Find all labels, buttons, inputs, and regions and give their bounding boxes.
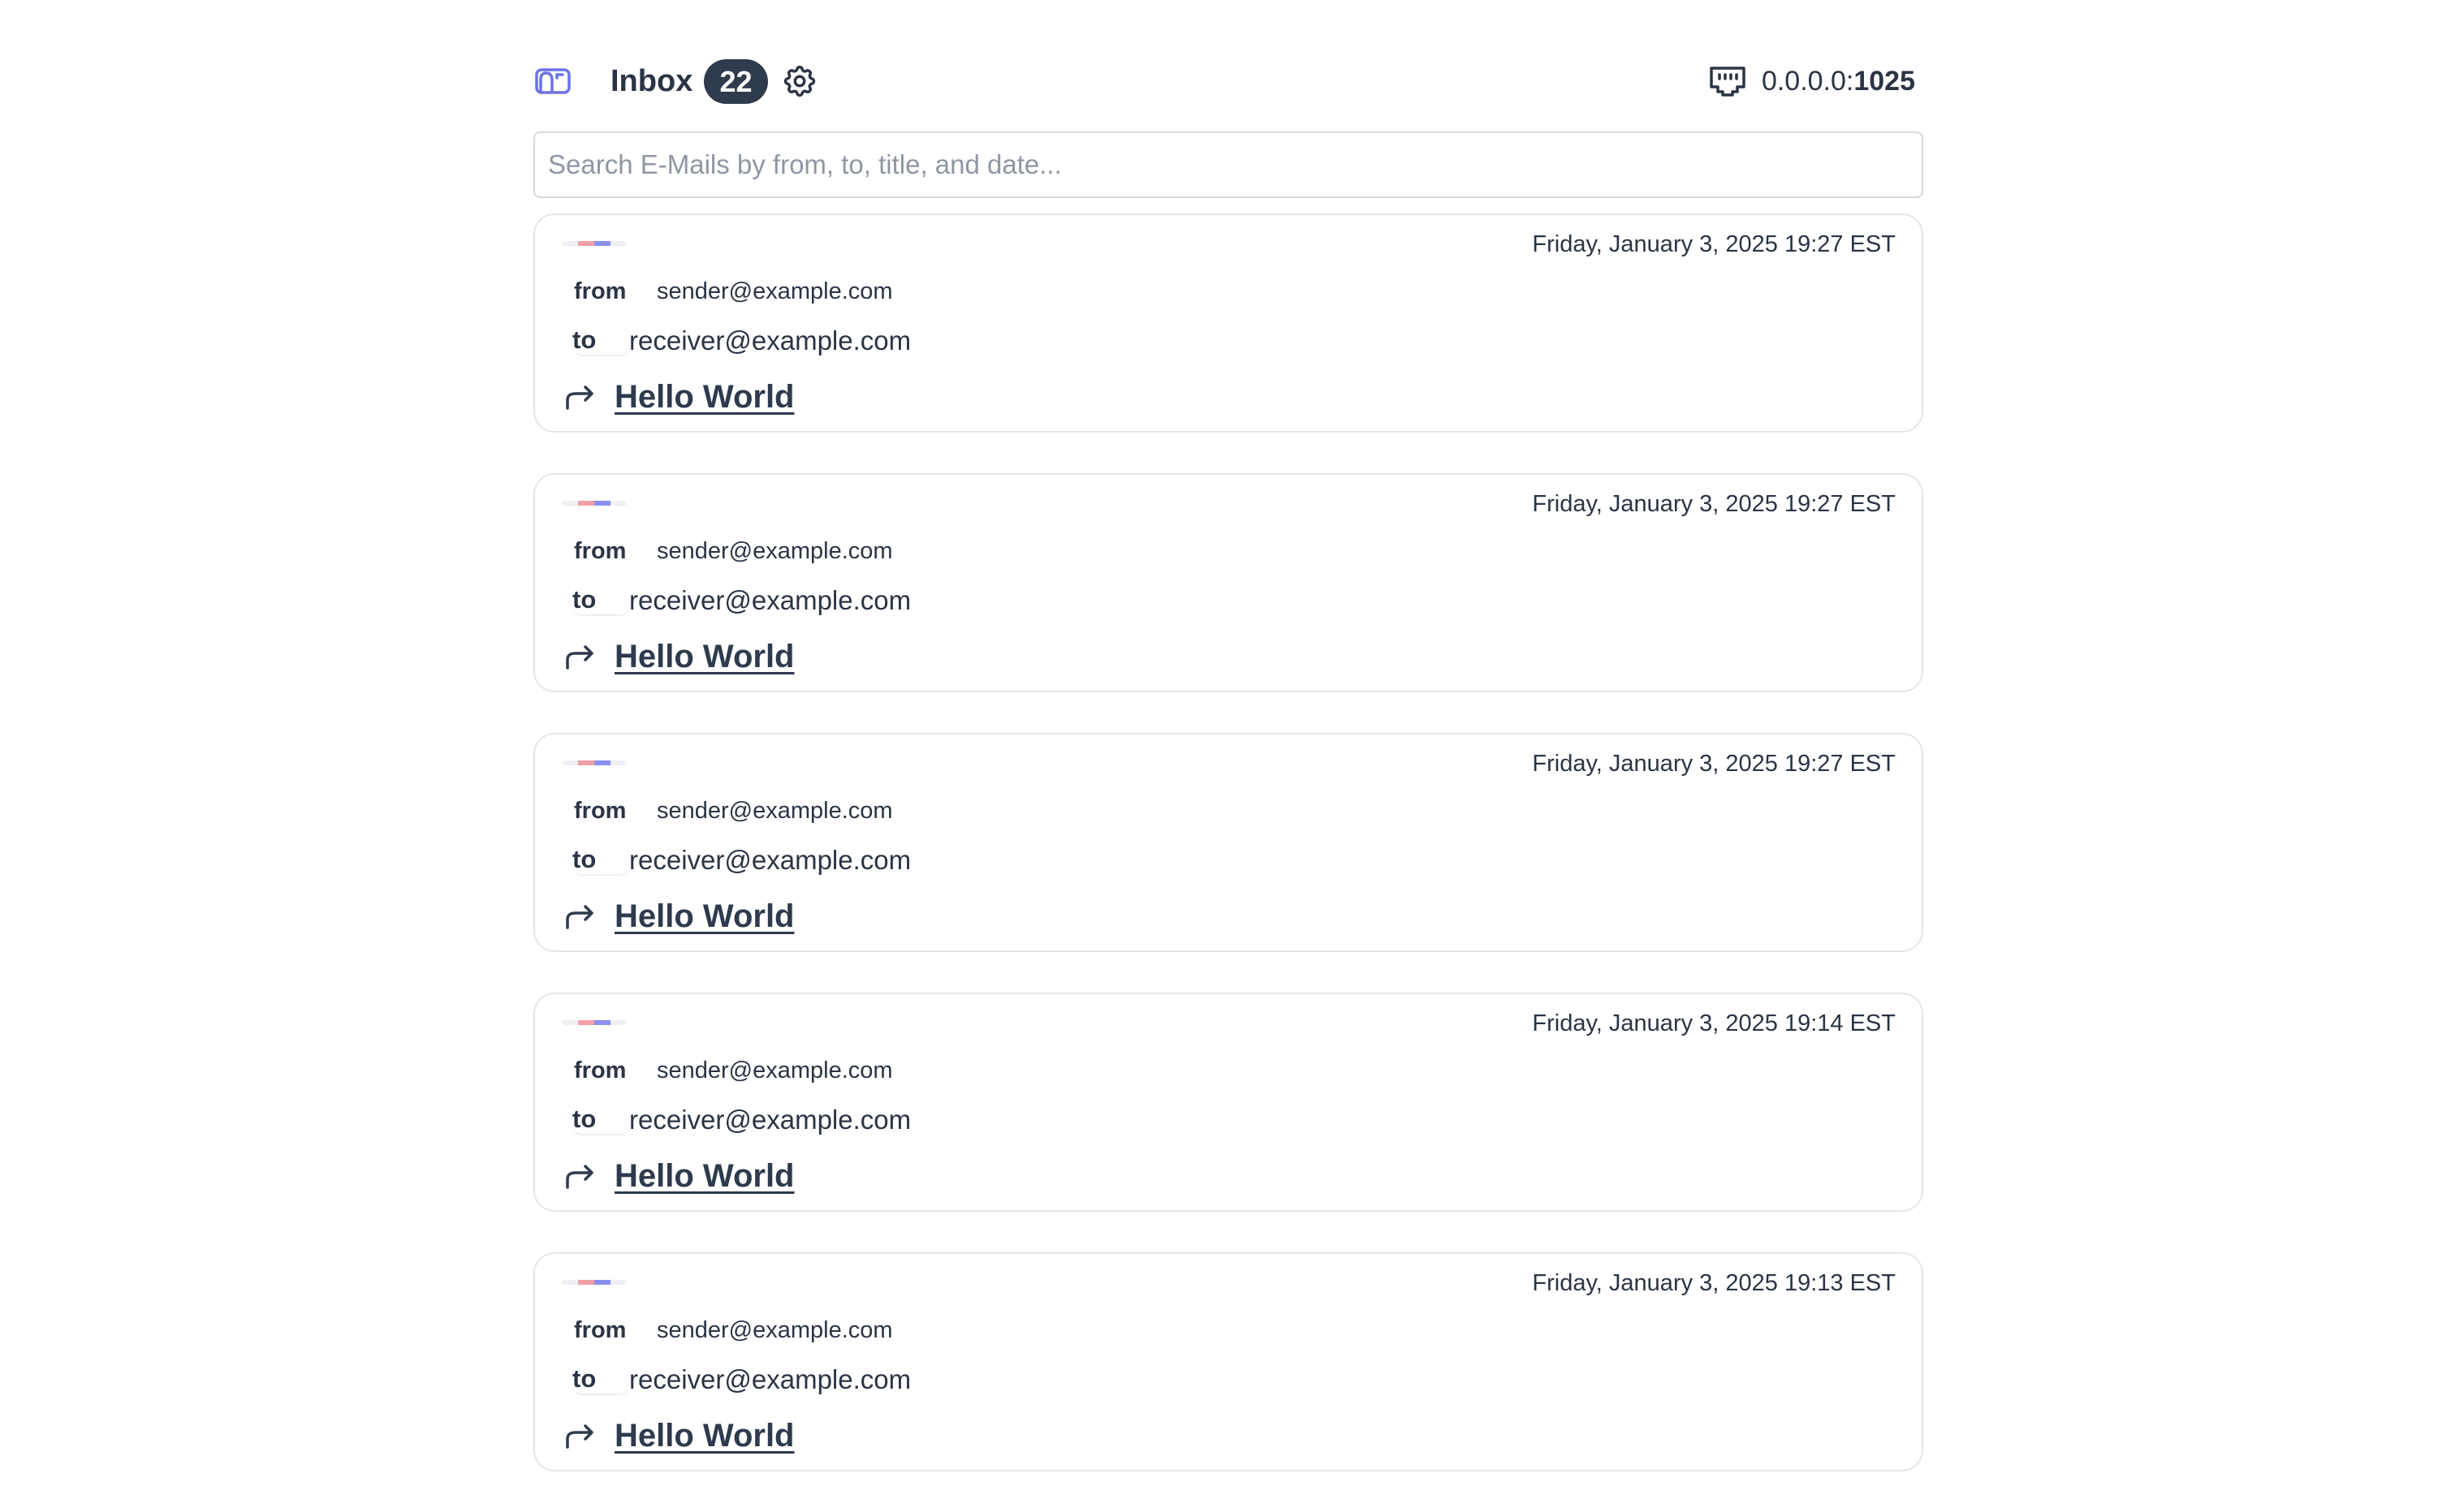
email-subject-link[interactable]: Hello World — [615, 1418, 794, 1454]
to-row: to receiver@example.com — [572, 840, 911, 881]
to-address: receiver@example.com — [629, 1105, 912, 1135]
to-address: receiver@example.com — [629, 845, 912, 875]
from-address: sender@example.com — [657, 537, 893, 564]
mailbox-icon[interactable] — [535, 67, 571, 96]
reply-arrow-icon — [564, 1163, 597, 1189]
tag-indicator — [562, 1020, 627, 1025]
to-label: to — [572, 325, 629, 356]
from-address: sender@example.com — [657, 278, 893, 304]
from-row: from sender@example.com — [574, 1312, 893, 1348]
email-subject-link[interactable]: Hello World — [615, 639, 794, 675]
to-label: to — [572, 845, 629, 876]
email-subject-link[interactable]: Hello World — [615, 898, 794, 935]
from-row: from sender@example.com — [574, 1053, 893, 1088]
email-date: Friday, January 3, 2025 19:27 EST — [1532, 751, 1896, 777]
email-date: Friday, January 3, 2025 19:13 EST — [1532, 1270, 1896, 1296]
subject-row: Hello World — [564, 373, 794, 421]
subject-row: Hello World — [564, 1152, 794, 1200]
tag-indicator — [562, 241, 627, 246]
tag-indicator — [562, 1280, 627, 1285]
unread-count-badge: 22 — [704, 59, 768, 104]
reply-arrow-icon — [564, 1423, 597, 1449]
from-label: from — [574, 797, 627, 824]
to-address: receiver@example.com — [629, 325, 912, 355]
subject-row: Hello World — [564, 1411, 794, 1460]
reply-arrow-icon — [564, 903, 597, 929]
email-date: Friday, January 3, 2025 19:27 EST — [1532, 491, 1896, 517]
server-host: 0.0.0.0: — [1761, 65, 1854, 97]
from-label: from — [574, 1316, 627, 1343]
subject-row: Hello World — [564, 632, 794, 681]
from-row: from sender@example.com — [574, 533, 893, 569]
to-label: to — [572, 1364, 629, 1395]
from-address: sender@example.com — [657, 1316, 893, 1343]
from-row: from sender@example.com — [574, 793, 893, 829]
page-title: Inbox — [611, 64, 693, 98]
email-card[interactable]: Friday, January 3, 2025 19:27 EST from s… — [533, 213, 1923, 433]
reply-arrow-icon — [564, 384, 597, 410]
email-list: Friday, January 3, 2025 19:27 EST from s… — [533, 213, 1923, 1512]
ethernet-port-icon — [1708, 64, 1747, 98]
email-card[interactable]: Friday, January 3, 2025 19:27 EST from s… — [533, 473, 1923, 692]
from-label: from — [574, 278, 627, 304]
to-label: to — [572, 1105, 629, 1135]
from-label: from — [574, 1057, 627, 1083]
from-row: from sender@example.com — [574, 274, 893, 309]
app-root: Inbox 22 0.0.0.0: 1025 Search E-Mails by… — [533, 0, 1923, 1471]
email-date: Friday, January 3, 2025 19:27 EST — [1532, 231, 1896, 257]
search-input[interactable] — [533, 131, 1923, 198]
email-card[interactable]: Friday, January 3, 2025 19:27 EST from s… — [533, 733, 1923, 952]
to-address: receiver@example.com — [629, 585, 912, 615]
tag-indicator — [562, 760, 627, 765]
server-address: 0.0.0.0: 1025 — [1708, 58, 1915, 104]
header: Inbox 22 0.0.0.0: 1025 — [533, 0, 1923, 131]
subject-row: Hello World — [564, 892, 794, 941]
to-address: receiver@example.com — [629, 1364, 912, 1394]
server-port: 1025 — [1853, 65, 1915, 97]
to-row: to receiver@example.com — [572, 580, 911, 621]
email-card[interactable]: Friday, January 3, 2025 19:14 EST from s… — [533, 993, 1923, 1212]
from-address: sender@example.com — [657, 797, 893, 824]
tag-indicator — [562, 501, 627, 506]
to-row: to receiver@example.com — [572, 1100, 911, 1140]
email-date: Friday, January 3, 2025 19:14 EST — [1532, 1010, 1896, 1036]
from-label: from — [574, 537, 627, 564]
email-subject-link[interactable]: Hello World — [615, 1158, 794, 1195]
reply-arrow-icon — [564, 644, 597, 670]
to-row: to receiver@example.com — [572, 321, 911, 361]
to-row: to receiver@example.com — [572, 1359, 911, 1400]
from-address: sender@example.com — [657, 1057, 893, 1083]
to-label: to — [572, 585, 629, 616]
gear-icon[interactable] — [781, 62, 818, 100]
email-card[interactable]: Friday, January 3, 2025 19:13 EST from s… — [533, 1252, 1923, 1471]
email-subject-link[interactable]: Hello World — [615, 379, 794, 416]
